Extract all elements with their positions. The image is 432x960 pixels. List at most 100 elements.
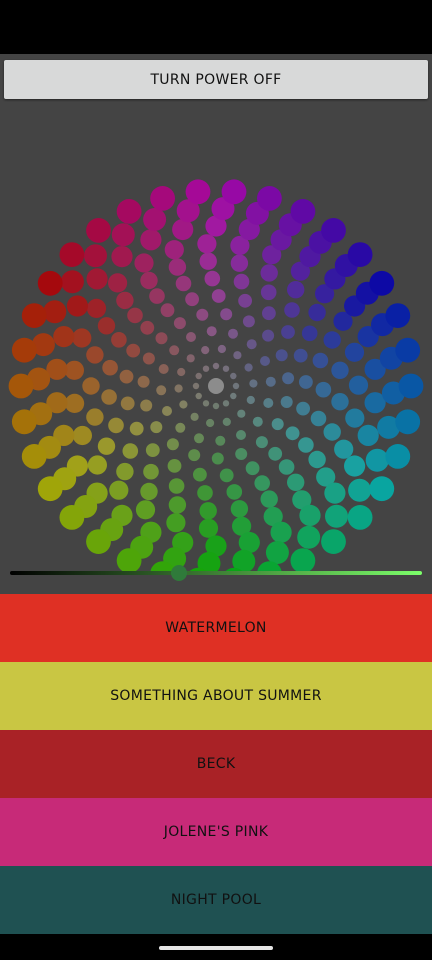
color-dot[interactable] — [59, 242, 85, 267]
color-dot[interactable] — [97, 317, 116, 335]
color-dot[interactable] — [226, 484, 243, 500]
preset-night-pool-button[interactable]: NIGHT POOL — [0, 866, 432, 934]
color-dot[interactable] — [369, 476, 395, 502]
color-dot[interactable] — [230, 254, 249, 272]
preset-beck-button[interactable]: BECK — [0, 730, 432, 798]
color-dot[interactable] — [173, 317, 186, 330]
color-dot[interactable] — [331, 393, 349, 411]
brightness-slider-track[interactable] — [10, 571, 422, 575]
color-dot[interactable] — [188, 449, 201, 462]
color-dot[interactable] — [270, 521, 292, 543]
color-dot[interactable] — [325, 504, 348, 528]
color-dot[interactable] — [11, 337, 37, 363]
color-dot[interactable] — [202, 365, 210, 372]
color-dot[interactable] — [324, 482, 346, 504]
color-dot[interactable] — [222, 417, 231, 426]
color-dot[interactable] — [86, 218, 111, 243]
color-dot[interactable] — [236, 430, 246, 440]
color-dot[interactable] — [206, 418, 215, 428]
color-dot[interactable] — [86, 298, 107, 318]
color-dot[interactable] — [175, 275, 192, 292]
color-dot[interactable] — [197, 234, 217, 254]
color-dot[interactable] — [175, 422, 186, 433]
color-dot[interactable] — [167, 459, 182, 473]
color-dot[interactable] — [155, 332, 168, 345]
color-dot[interactable] — [86, 529, 111, 554]
color-dot[interactable] — [230, 500, 249, 518]
color-dot[interactable] — [347, 505, 373, 530]
color-dot[interactable] — [262, 306, 276, 321]
color-dot[interactable] — [129, 421, 144, 436]
color-dot[interactable] — [344, 342, 365, 362]
color-dot[interactable] — [127, 307, 143, 324]
color-dot[interactable] — [109, 480, 129, 500]
color-dot[interactable] — [190, 412, 199, 421]
color-dot[interactable] — [211, 452, 224, 465]
color-dot[interactable] — [254, 475, 270, 491]
color-dot[interactable] — [275, 349, 288, 362]
color-dot[interactable] — [116, 462, 134, 481]
color-dot[interactable] — [287, 281, 305, 299]
color-dot[interactable] — [265, 541, 289, 564]
color-dot[interactable] — [97, 437, 116, 455]
color-dot[interactable] — [197, 485, 213, 501]
color-dot[interactable] — [395, 409, 421, 435]
color-dot[interactable] — [263, 398, 274, 408]
color-dot[interactable] — [357, 424, 379, 446]
color-dot[interactable] — [186, 332, 196, 342]
color-dot[interactable] — [185, 179, 211, 205]
color-dot[interactable] — [164, 240, 184, 260]
color-dot[interactable] — [174, 384, 183, 393]
color-dot[interactable] — [72, 328, 92, 348]
color-dot[interactable] — [348, 375, 369, 395]
color-dot[interactable] — [238, 293, 253, 308]
color-dot[interactable] — [323, 423, 341, 441]
color-dot[interactable] — [215, 435, 226, 446]
color-dot[interactable] — [290, 199, 316, 224]
color-dot[interactable] — [158, 364, 169, 374]
color-dot[interactable] — [142, 352, 155, 365]
color-dot[interactable] — [230, 392, 237, 400]
color-dot[interactable] — [233, 273, 250, 290]
color-dot[interactable] — [299, 375, 313, 389]
color-dot[interactable] — [140, 271, 158, 290]
color-dot[interactable] — [8, 373, 34, 399]
color-dot[interactable] — [321, 529, 346, 554]
color-dot[interactable] — [308, 450, 326, 469]
color-dot[interactable] — [244, 363, 253, 372]
color-dot[interactable] — [212, 402, 220, 410]
color-dot[interactable] — [315, 381, 332, 398]
color-dot[interactable] — [246, 339, 257, 350]
color-dot[interactable] — [260, 264, 278, 282]
color-dot[interactable] — [64, 360, 84, 380]
color-dot[interactable] — [235, 448, 248, 460]
color-dot[interactable] — [102, 359, 118, 376]
color-dot[interactable] — [72, 425, 92, 446]
color-dot[interactable] — [135, 500, 156, 520]
color-dot[interactable] — [119, 369, 134, 384]
color-dot[interactable] — [230, 372, 237, 380]
color-dot[interactable] — [143, 463, 159, 480]
color-dot[interactable] — [278, 459, 295, 475]
color-dot[interactable] — [116, 291, 134, 310]
color-dot[interactable] — [206, 326, 217, 337]
color-dot[interactable] — [177, 367, 186, 377]
color-dot[interactable] — [195, 392, 202, 400]
color-dot[interactable] — [298, 437, 314, 453]
color-dot[interactable] — [345, 408, 365, 428]
color-dot[interactable] — [11, 409, 37, 435]
color-dot[interactable] — [137, 375, 150, 388]
color-dot[interactable] — [60, 270, 84, 294]
color-dot[interactable] — [257, 186, 282, 211]
color-dot[interactable] — [111, 332, 127, 348]
preset-jolenes-pink-button[interactable]: JOLENE'S PINK — [0, 798, 432, 866]
color-dot[interactable] — [172, 218, 194, 241]
color-dot[interactable] — [282, 372, 295, 385]
color-dot[interactable] — [249, 379, 258, 388]
color-dot[interactable] — [293, 348, 308, 363]
color-dot[interactable] — [220, 308, 233, 321]
color-dot[interactable] — [86, 268, 108, 290]
color-dot[interactable] — [255, 436, 268, 449]
color-dot[interactable] — [228, 328, 238, 339]
color-dot[interactable] — [143, 208, 167, 231]
